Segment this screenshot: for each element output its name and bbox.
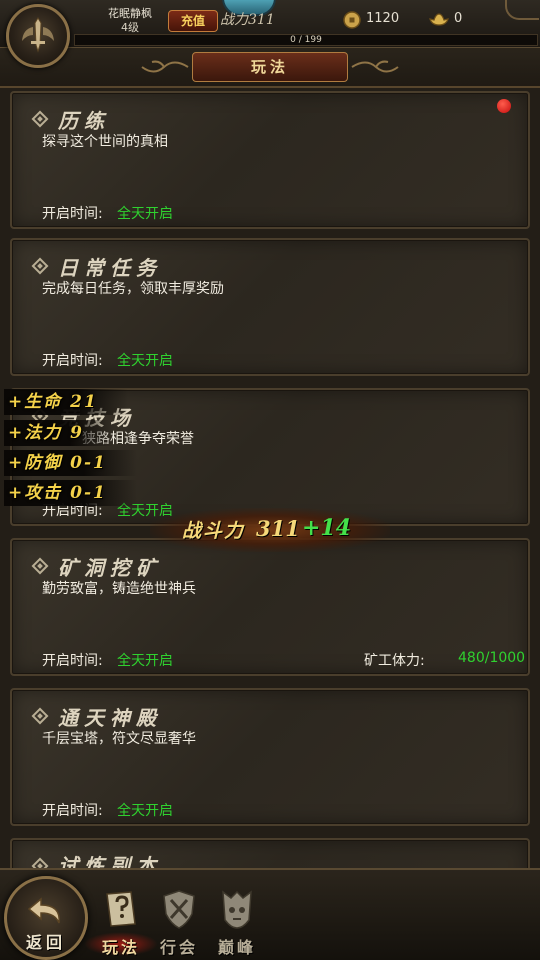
title-banner: 玩法 bbox=[0, 48, 540, 88]
stat-popup-mp: +法力 9 bbox=[4, 420, 114, 446]
nav-tab-gameplay[interactable]: 玩法 bbox=[84, 888, 158, 958]
diamond-bullet-icon bbox=[31, 257, 49, 275]
scroll-quest-icon bbox=[106, 891, 136, 927]
card-description: 完成每日任务，领取丰厚奖励 bbox=[42, 281, 224, 297]
corner-ornament bbox=[505, 0, 539, 20]
card-title: 矿洞挖矿 bbox=[58, 556, 162, 580]
left-ornament-icon bbox=[141, 60, 189, 73]
recharge-button[interactable]: 充值 bbox=[168, 10, 218, 32]
open-time-value: 全天开启 bbox=[117, 206, 173, 222]
card-title: 试炼副本 bbox=[58, 854, 162, 868]
miner-stamina-label: 矿工体力: bbox=[364, 653, 425, 669]
open-time-label: 开启时间: bbox=[42, 803, 103, 819]
activity-list[interactable]: 历练 探寻这个世间的真相 开启时间: 全天开启 日常任务 完成每日任务，领取丰厚… bbox=[0, 88, 540, 868]
power-change-delta: +14 bbox=[302, 515, 352, 541]
right-ornament-icon bbox=[351, 60, 399, 73]
open-time-value: 全天开启 bbox=[117, 353, 173, 369]
stat-popup-defense: +防御 0-1 bbox=[4, 450, 137, 476]
nav-label: 玩法 bbox=[101, 938, 140, 957]
back-label: 返回 bbox=[25, 933, 66, 952]
combat-power-label: 战力311 bbox=[220, 12, 275, 28]
stat-popup-hp: +生命 21 bbox=[4, 389, 128, 415]
notice-dot bbox=[497, 99, 511, 113]
diamond-bullet-icon bbox=[31, 857, 49, 868]
card-description: 探寻这个世间的真相 bbox=[42, 134, 168, 150]
gold-amount: 1120 bbox=[366, 11, 400, 26]
open-time-label: 开启时间: bbox=[42, 353, 103, 369]
open-time-value: 全天开启 bbox=[117, 653, 173, 669]
gold-ingot-icon bbox=[429, 13, 449, 26]
miner-stamina-value: 480/1000 bbox=[458, 650, 526, 666]
peak-skull-icon bbox=[222, 890, 252, 929]
exp-text: 0 / 199 bbox=[290, 35, 322, 45]
card-title: 历练 bbox=[58, 109, 110, 133]
diamond-bullet-icon bbox=[31, 557, 49, 575]
open-time-label: 开启时间: bbox=[42, 653, 103, 669]
nav-label: 行会 bbox=[159, 938, 198, 957]
nav-tab-guild[interactable]: 行会 bbox=[150, 888, 208, 958]
nav-tab-peak[interactable]: 巅峰 bbox=[208, 888, 266, 958]
ingot-amount: 0 bbox=[454, 11, 463, 26]
activity-card-mining[interactable]: 矿洞挖矿 勤劳致富，铸造绝世神兵 开启时间: 全天开启 矿工体力: 480/10… bbox=[10, 538, 530, 676]
back-button[interactable]: 返回 bbox=[4, 876, 88, 960]
power-change-value: 311 bbox=[256, 516, 300, 541]
guild-emblem-button[interactable] bbox=[6, 4, 70, 68]
diamond-bullet-icon bbox=[31, 707, 49, 725]
card-description: 勤劳致富，铸造绝世神兵 bbox=[42, 581, 196, 597]
gold-coin-icon bbox=[343, 11, 361, 29]
page-title: 玩法 bbox=[192, 52, 348, 82]
card-title: 日常任务 bbox=[58, 256, 162, 280]
card-description: 千层宝塔，符文尽显奢华 bbox=[42, 731, 196, 747]
guild-shield-icon bbox=[163, 890, 195, 929]
top-status-bar: 花眠静枫 4级 充值 战力311 1120 0 0 / 199 bbox=[0, 0, 540, 48]
back-arrow-icon bbox=[27, 897, 60, 924]
card-title: 通天神殿 bbox=[58, 706, 162, 730]
nav-label: 巅峰 bbox=[217, 938, 256, 957]
activity-card-dungeon[interactable]: 试炼副本 bbox=[10, 838, 530, 868]
stat-popup-attack: +攻击 0-1 bbox=[4, 480, 137, 506]
sword-wings-icon bbox=[22, 17, 54, 53]
activity-card-trial[interactable]: 历练 探寻这个世间的真相 开启时间: 全天开启 bbox=[10, 91, 530, 229]
activity-card-temple[interactable]: 通天神殿 千层宝塔，符文尽显奢华 开启时间: 全天开启 bbox=[10, 688, 530, 826]
activity-card-daily[interactable]: 日常任务 完成每日任务，领取丰厚奖励 开启时间: 全天开启 bbox=[10, 238, 530, 376]
open-time-label: 开启时间: bbox=[42, 206, 103, 222]
diamond-bullet-icon bbox=[31, 110, 49, 128]
power-change-label: 战斗力 bbox=[182, 520, 246, 542]
player-level: 4级 bbox=[121, 21, 139, 34]
open-time-value: 全天开启 bbox=[117, 803, 173, 819]
